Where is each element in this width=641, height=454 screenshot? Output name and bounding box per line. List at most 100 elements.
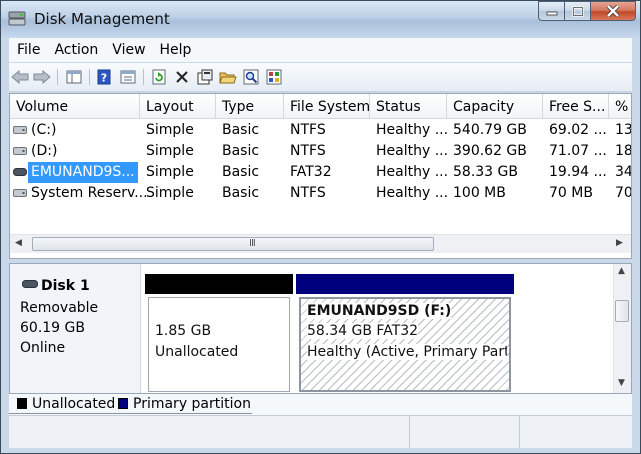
forward-button[interactable] — [33, 68, 51, 86]
scroll-down-icon[interactable]: ▼ — [618, 378, 625, 388]
table-row[interactable]: System Reserv... Simple Basic NTFS Healt… — [10, 183, 632, 204]
column-header-free-space[interactable]: Free S... — [543, 94, 609, 118]
delete-button[interactable] — [173, 68, 191, 86]
layout-cell: Simple — [146, 164, 194, 180]
primary-partition-bar — [296, 274, 514, 294]
status-cell: Healthy ... — [376, 164, 447, 180]
open-button[interactable] — [219, 68, 237, 86]
unallocated-body: 1.85 GB Unallocated — [148, 297, 290, 392]
volume-name: System Reserv... — [31, 185, 148, 201]
refresh-button[interactable] — [150, 68, 168, 86]
disk-properties-icon — [197, 69, 213, 85]
menu-help[interactable]: Help — [152, 38, 198, 58]
minimize-icon — [546, 11, 557, 16]
volume-list-header: Volume Layout Type File System Status Ca… — [10, 94, 631, 119]
removable-drive-icon — [13, 168, 27, 176]
unallocated-size: 1.85 GB — [155, 323, 212, 339]
capacity-cell: 390.62 GB — [453, 143, 527, 159]
close-icon — [606, 5, 620, 17]
table-row[interactable]: (C:) Simple Basic NTFS Healthy ... 540.7… — [10, 120, 631, 141]
toolbar: ? — [9, 63, 632, 92]
console-tree-icon — [66, 70, 82, 84]
percent-free-cell: 18 — [615, 143, 632, 159]
unallocated-partition[interactable]: 1.85 GB Unallocated — [145, 274, 293, 392]
file-system-cell: NTFS — [290, 185, 326, 201]
disk-management-window: Disk Management File Action View Help ? … — [0, 0, 641, 454]
horizontal-scrollbar[interactable]: ◀ III ▶ — [10, 234, 631, 253]
free-space-cell: 19.94 ... — [549, 164, 607, 180]
menu-action[interactable]: Action — [46, 38, 104, 58]
vertical-scroll-thumb[interactable] — [615, 300, 629, 322]
type-cell: Basic — [222, 164, 260, 180]
partition-status: Healthy (Active, Primary Partitio — [307, 344, 507, 360]
legend-swatch-primary — [118, 398, 128, 409]
capacity-cell: 540.79 GB — [453, 122, 527, 138]
disk-properties-button[interactable] — [196, 68, 214, 86]
partition-title: EMUNAND9SD (F:) — [307, 303, 452, 319]
column-header-type[interactable]: Type — [216, 94, 284, 118]
settings-button[interactable] — [265, 68, 283, 86]
free-space-cell: 71.07 ... — [549, 143, 607, 159]
menu-view[interactable]: View — [104, 38, 151, 58]
close-button[interactable] — [590, 1, 636, 21]
properties-icon — [120, 70, 136, 84]
type-cell: Basic — [222, 185, 260, 201]
free-space-cell: 70 MB — [549, 185, 593, 201]
column-header-capacity[interactable]: Capacity — [447, 94, 543, 118]
disk-management-icon — [8, 11, 26, 26]
disk-size: 60.19 GB — [20, 320, 85, 336]
scroll-up-icon[interactable]: ▲ — [618, 266, 625, 276]
settings-icon — [266, 69, 282, 85]
find-button[interactable] — [242, 68, 260, 86]
help-button[interactable]: ? — [95, 68, 113, 86]
vertical-scrollbar[interactable]: ▲ ▼ — [613, 264, 631, 393]
drive-icon — [13, 147, 27, 155]
maximize-button[interactable] — [564, 1, 590, 21]
status-bar-segment — [409, 416, 520, 448]
type-cell: Basic — [222, 143, 260, 159]
svg-text:?: ? — [101, 72, 107, 85]
disk-name: Disk 1 — [41, 278, 90, 294]
status-cell: Healthy ... — [376, 122, 447, 138]
volume-list: Volume Layout Type File System Status Ca… — [9, 93, 632, 259]
status-bar — [9, 415, 632, 448]
disk-state: Online — [20, 340, 66, 356]
window-title: Disk Management — [34, 10, 170, 28]
disk-graphical-view: Disk 1 Removable 60.19 GB Online 1.85 GB… — [9, 263, 632, 394]
delete-icon — [176, 71, 188, 83]
column-header-percent-free[interactable]: % — [609, 94, 631, 118]
status-cell: Healthy ... — [376, 185, 447, 201]
menu-file[interactable]: File — [9, 38, 46, 58]
column-header-status[interactable]: Status — [370, 94, 447, 118]
column-header-volume[interactable]: Volume — [10, 94, 140, 118]
layout-cell: Simple — [146, 185, 194, 201]
volume-name: (C:) — [31, 122, 57, 138]
file-system-cell: NTFS — [290, 143, 326, 159]
back-arrow-icon — [11, 70, 29, 84]
column-header-file-system[interactable]: File System — [284, 94, 370, 118]
disk-info-panel[interactable]: Disk 1 Removable 60.19 GB Online — [10, 264, 141, 393]
maximize-icon — [571, 5, 584, 17]
percent-free-cell: 34 — [615, 164, 632, 180]
scroll-left-icon[interactable]: ◀ — [15, 238, 22, 248]
legend: Unallocated Primary partition — [9, 394, 632, 415]
type-cell: Basic — [222, 122, 260, 138]
legend-label-primary: Primary partition — [133, 396, 251, 412]
file-system-cell: FAT32 — [290, 164, 332, 180]
minimize-button[interactable] — [538, 1, 564, 21]
properties-button[interactable] — [119, 68, 137, 86]
legend-swatch-unallocated — [17, 398, 27, 409]
scroll-right-icon[interactable]: ▶ — [616, 238, 623, 248]
table-row-selected[interactable]: EMUNAND9S... Simple Basic FAT32 Healthy … — [10, 162, 632, 183]
status-bar-segment — [9, 416, 410, 448]
show-hide-console-tree-button[interactable] — [65, 68, 83, 86]
column-header-layout[interactable]: Layout — [140, 94, 216, 118]
layout-cell: Simple — [146, 122, 194, 138]
title-bar[interactable]: Disk Management — [1, 1, 640, 37]
back-button[interactable] — [11, 68, 29, 86]
table-row[interactable]: (D:) Simple Basic NTFS Healthy ... 390.6… — [10, 141, 632, 162]
percent-free-cell: 70 — [615, 185, 632, 201]
status-cell: Healthy ... — [376, 143, 447, 159]
primary-partition[interactable]: EMUNAND9SD (F:) 58.34 GB FAT32 Healthy (… — [296, 274, 514, 392]
horizontal-scroll-thumb[interactable]: III — [32, 237, 434, 251]
